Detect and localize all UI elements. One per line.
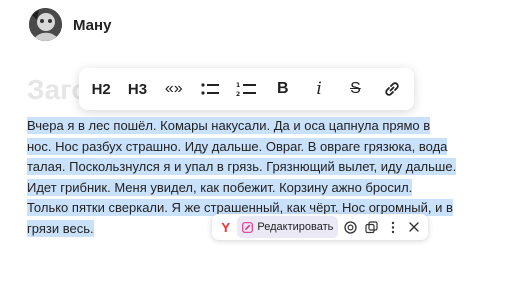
svg-text:1: 1 (236, 82, 240, 89)
strikethrough-button[interactable]: S (338, 73, 372, 105)
bulleted-list-button[interactable] (193, 73, 227, 105)
more-vertical-icon (391, 221, 395, 233)
numbered-list-icon: 1 2 (236, 82, 257, 97)
author-avatar[interactable] (29, 8, 62, 41)
avatar-image (29, 8, 62, 41)
copy-icon (365, 220, 378, 233)
format-toolbar: H2 H3 «» 1 2 B i S (79, 68, 414, 110)
bulleted-list-icon (201, 83, 220, 95)
heading2-button[interactable]: H2 (84, 73, 118, 105)
italic-button[interactable]: i (302, 73, 336, 105)
svg-text:2: 2 (236, 91, 240, 97)
bold-button[interactable]: B (266, 73, 300, 105)
link-icon (385, 82, 399, 96)
alice-icon (343, 220, 357, 234)
close-icon (409, 222, 420, 232)
quote-button[interactable]: «» (157, 73, 191, 105)
yandex-button[interactable]: Y (216, 216, 235, 238)
copy-button[interactable] (362, 216, 381, 238)
alice-button[interactable] (340, 216, 359, 238)
edit-icon (242, 221, 254, 233)
author-name[interactable]: Ману (73, 17, 111, 34)
close-button[interactable] (405, 216, 424, 238)
edit-button-label: Редактировать (257, 221, 334, 233)
selection-actions-bar: Y Редактировать (212, 214, 428, 240)
edit-button[interactable]: Редактировать (237, 216, 339, 238)
link-button[interactable] (375, 73, 409, 105)
heading3-button[interactable]: H3 (120, 73, 154, 105)
more-button[interactable] (383, 216, 402, 238)
numbered-list-button[interactable]: 1 2 (229, 73, 263, 105)
